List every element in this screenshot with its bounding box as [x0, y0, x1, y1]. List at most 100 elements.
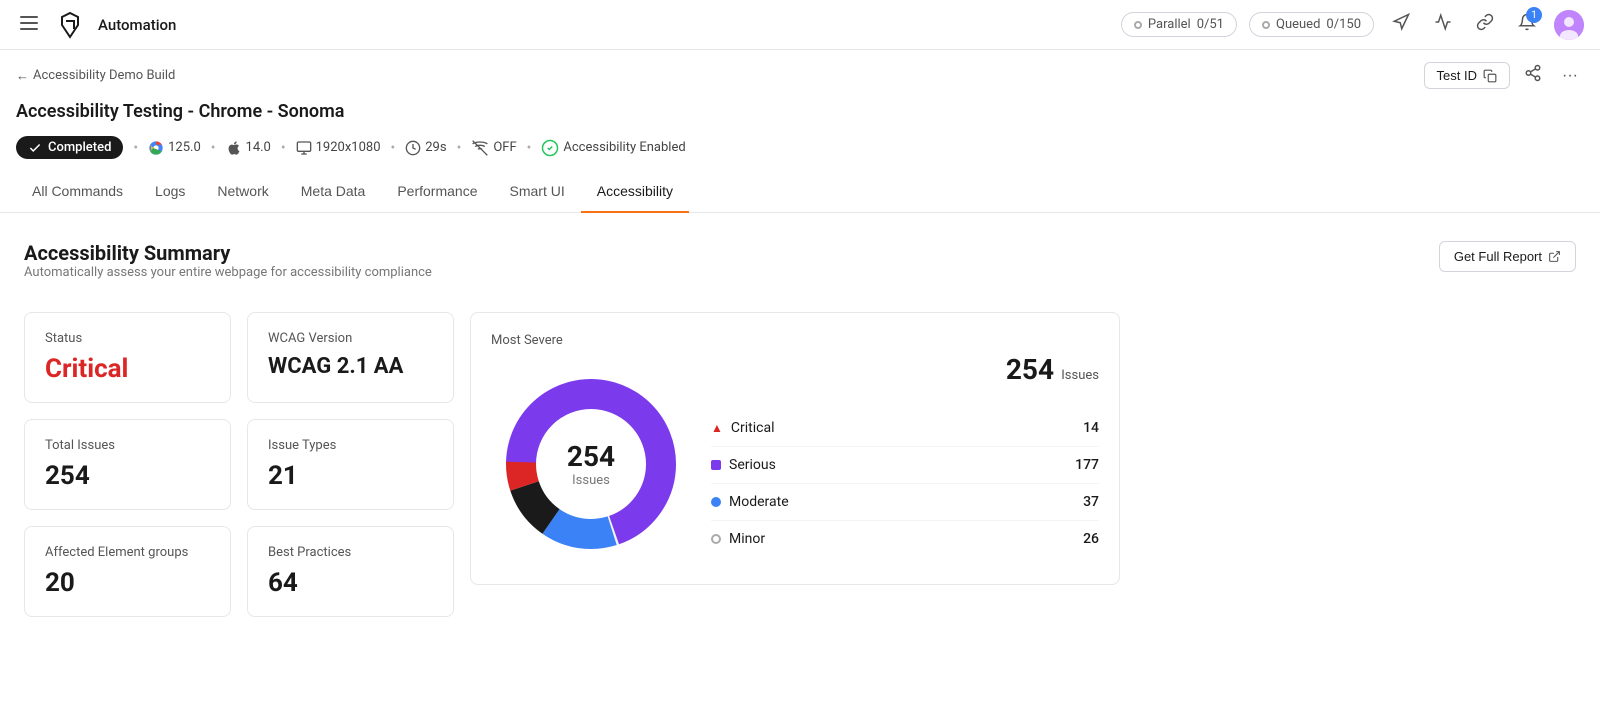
test-id-button[interactable]: Test ID [1424, 62, 1510, 89]
parallel-value: 0/51 [1197, 17, 1224, 32]
affected-groups-value: 20 [45, 568, 210, 598]
legend-section: 254 Issues ▲ Critical 14 Serious 177 [711, 333, 1099, 557]
cards-row-1: Status Critical WCAG Version WCAG 2.1 AA [24, 312, 454, 403]
tab-logs[interactable]: Logs [139, 171, 201, 213]
tab-accessibility[interactable]: Accessibility [581, 171, 689, 213]
legend-moderate-left: Moderate [711, 494, 789, 510]
left-cards: Status Critical WCAG Version WCAG 2.1 AA… [24, 312, 454, 633]
queued-badge: Queued 0/150 [1249, 12, 1374, 37]
affected-groups-label: Affected Element groups [45, 545, 210, 560]
critical-icon: ▲ [711, 421, 723, 435]
separator-1: • [133, 140, 138, 156]
cards-row-2: Total Issues 254 Issue Types 21 [24, 419, 454, 510]
issue-types-value: 21 [268, 461, 433, 491]
share-button[interactable] [1518, 58, 1548, 93]
best-practices-label: Best Practices [268, 545, 433, 560]
app-logo [54, 9, 86, 41]
legend-critical-left: ▲ Critical [711, 420, 774, 436]
get-full-report-button[interactable]: Get Full Report [1439, 241, 1576, 272]
total-issues-label: Total Issues [45, 438, 210, 453]
breadcrumb-link[interactable]: ← Accessibility Demo Build [16, 68, 175, 84]
tab-performance[interactable]: Performance [381, 171, 493, 213]
queued-dot [1262, 21, 1270, 29]
wcag-card: WCAG Version WCAG 2.1 AA [247, 312, 454, 403]
resolution-item: 1920x1080 [296, 140, 381, 156]
top-bar: Automation Parallel 0/51 Queued 0/150 1 [0, 0, 1600, 50]
moderate-icon [711, 497, 721, 507]
tab-network[interactable]: Network [201, 171, 284, 213]
chrome-icon [148, 140, 164, 156]
network-icon [471, 140, 489, 156]
minor-icon [711, 534, 721, 544]
total-issues-value: 254 [45, 461, 210, 491]
analytics-button[interactable] [1428, 7, 1458, 42]
issue-types-card: Issue Types 21 [247, 419, 454, 510]
main-content: Accessibility Summary Automatically asse… [0, 213, 1600, 661]
moderate-label: Moderate [729, 494, 789, 510]
right-panel: Most Severe [470, 312, 1120, 585]
menu-button[interactable] [16, 12, 42, 37]
accessibility-status: Accessibility Enabled [563, 140, 685, 155]
serious-icon [711, 460, 721, 470]
parallel-badge: Parallel 0/51 [1121, 12, 1237, 37]
get-report-label: Get Full Report [1454, 249, 1542, 264]
parallel-label: Parallel [1148, 17, 1191, 32]
accessibility-item: Accessibility Enabled [541, 139, 685, 157]
resolution: 1920x1080 [316, 140, 381, 155]
section-header: Accessibility Summary Automatically asse… [24, 241, 1576, 304]
queued-value: 0/150 [1326, 17, 1361, 32]
critical-count: 14 [1083, 420, 1099, 436]
total-issues-card: Total Issues 254 [24, 419, 231, 510]
section-subtitle: Automatically assess your entire webpage… [24, 265, 432, 280]
minor-label: Minor [729, 531, 765, 547]
tab-smart-ui[interactable]: Smart UI [494, 171, 581, 213]
status-bar: Completed • 125.0 • 14.0 • 1920x1080 • 2… [0, 130, 1600, 171]
status-label: Status [45, 331, 210, 346]
accessibility-icon [541, 139, 559, 157]
affected-groups-card: Affected Element groups 20 [24, 526, 231, 617]
notification-count: 1 [1526, 7, 1542, 23]
breadcrumb-bar: ← Accessibility Demo Build Test ID ··· [0, 50, 1600, 97]
top-bar-right: Parallel 0/51 Queued 0/150 1 [1121, 7, 1584, 42]
donut-wrapper: 254 Issues [491, 364, 691, 564]
section-title: Accessibility Summary [24, 241, 432, 265]
duration-item: 29s [405, 140, 446, 156]
wcag-value: WCAG 2.1 AA [268, 354, 433, 379]
serious-count: 177 [1075, 457, 1099, 473]
completed-badge: Completed [16, 136, 123, 159]
completed-label: Completed [48, 140, 111, 155]
best-practices-card: Best Practices 64 [247, 526, 454, 617]
tab-meta-data[interactable]: Meta Data [285, 171, 382, 213]
issue-types-label: Issue Types [268, 438, 433, 453]
tab-all-commands[interactable]: All Commands [16, 171, 139, 213]
broadcast-button[interactable] [1386, 7, 1416, 42]
chrome-icon-item: 125.0 [148, 140, 201, 156]
issues-total-number: 254 [1006, 353, 1054, 386]
apple-icon [226, 140, 242, 156]
separator-4: • [391, 140, 396, 156]
app-title: Automation [98, 16, 176, 34]
parallel-dot [1134, 21, 1142, 29]
donut-issues-label: Issues [567, 473, 615, 488]
critical-label: Critical [731, 420, 775, 436]
legend-minor: Minor 26 [711, 521, 1099, 557]
clock-icon [405, 140, 421, 156]
donut-total: 254 [567, 440, 615, 473]
moderate-count: 37 [1083, 494, 1099, 510]
separator-3: • [281, 140, 286, 156]
page-title: Accessibility Testing - Chrome - Sonoma [0, 97, 1600, 130]
cards-row-3: Affected Element groups 20 Best Practice… [24, 526, 454, 617]
minor-count: 26 [1083, 531, 1099, 547]
separator-6: • [527, 140, 532, 156]
user-avatar[interactable] [1554, 10, 1584, 40]
legend-moderate: Moderate 37 [711, 484, 1099, 521]
test-id-label: Test ID [1437, 68, 1477, 83]
wcag-label: WCAG Version [268, 331, 433, 346]
link-button[interactable] [1470, 7, 1500, 42]
screen-icon [296, 140, 312, 156]
legend-serious: Serious 177 [711, 447, 1099, 484]
more-button[interactable]: ··· [1556, 61, 1584, 91]
issues-total: 254 Issues [711, 353, 1099, 386]
breadcrumb-actions: Test ID ··· [1424, 58, 1584, 93]
top-bar-left: Automation [16, 9, 176, 41]
